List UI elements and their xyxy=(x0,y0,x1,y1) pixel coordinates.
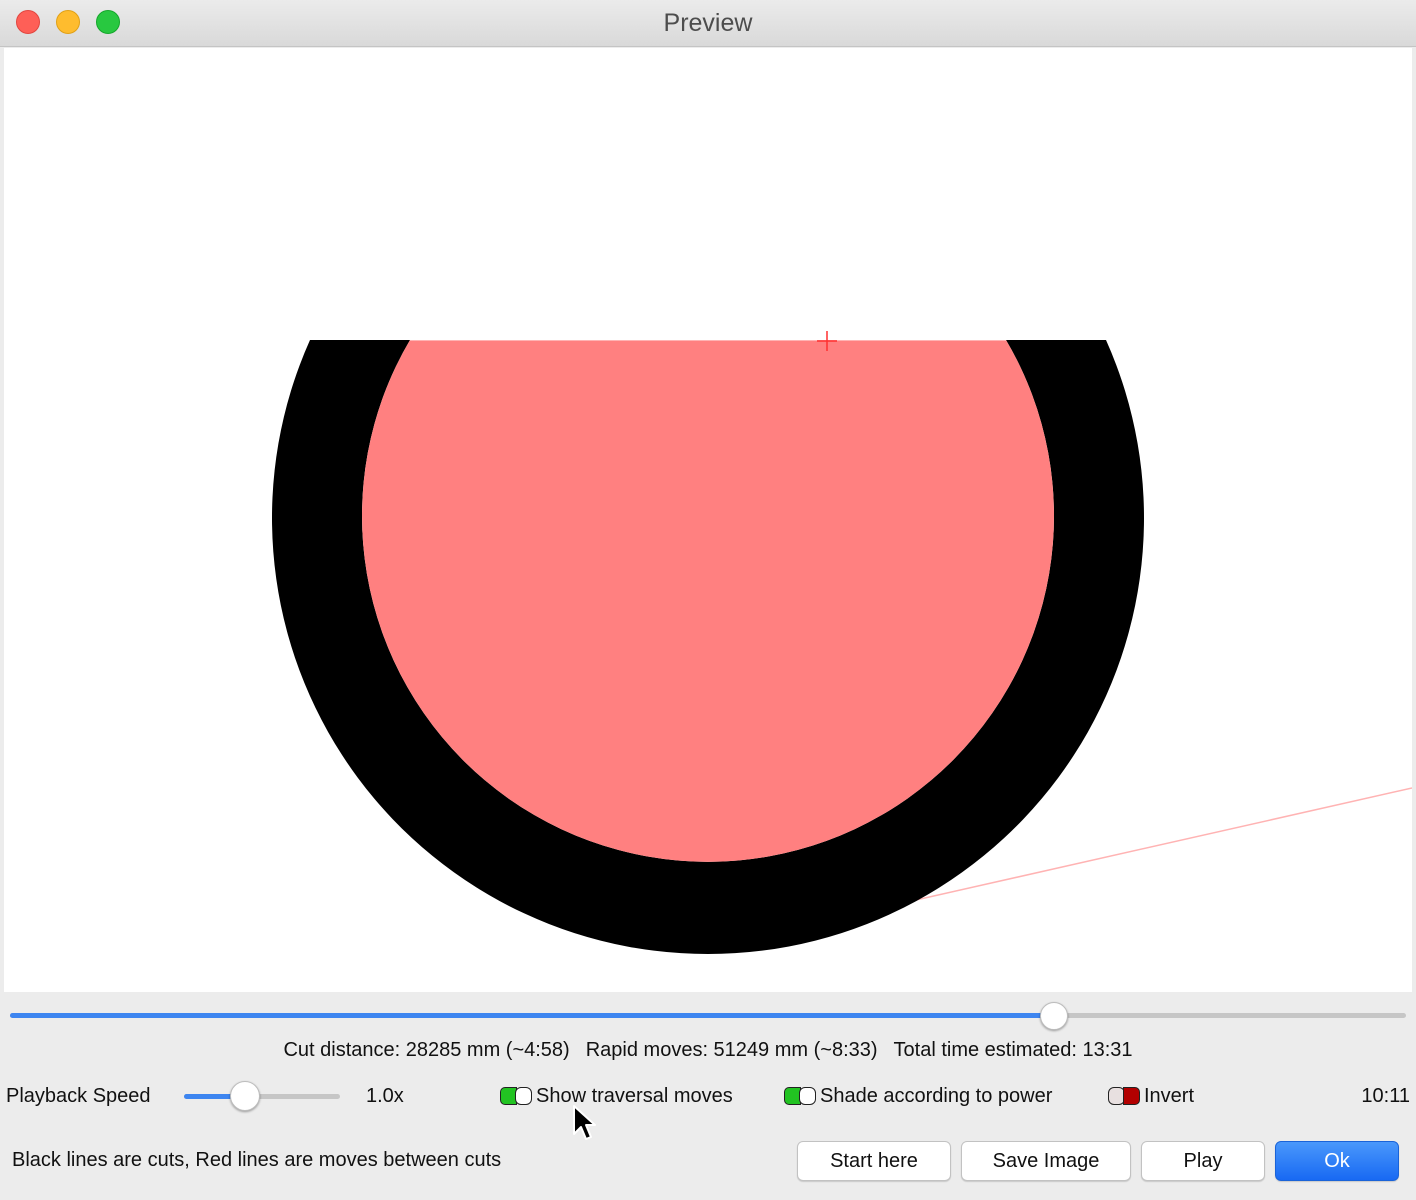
toggle-knob xyxy=(515,1087,532,1105)
total-time-text: Total time estimated: 13:31 xyxy=(893,1039,1133,1061)
cut-distance-text: Cut distance: 28285 mm (~4:58) xyxy=(283,1039,570,1061)
stats-bar: Cut distance: 28285 mm (~4:58) Rapid move… xyxy=(0,1039,1416,1062)
timeline-progress xyxy=(10,1013,1055,1018)
ok-button[interactable]: Ok xyxy=(1275,1141,1399,1181)
shade-power-label[interactable]: Shade according to power xyxy=(820,1085,1052,1108)
legend-text: Black lines are cuts, Red lines are move… xyxy=(12,1149,502,1171)
show-traversal-toggle[interactable] xyxy=(500,1087,532,1105)
timeline-thumb[interactable] xyxy=(1040,1002,1069,1030)
preview-canvas[interactable] xyxy=(4,48,1412,992)
invert-label[interactable]: Invert xyxy=(1144,1085,1194,1108)
show-traversal-label[interactable]: Show traversal moves xyxy=(536,1085,733,1108)
playback-speed-value: 1.0x xyxy=(366,1085,404,1107)
toggle-state-icon xyxy=(1123,1087,1140,1105)
title-bar: Preview xyxy=(0,0,1416,47)
mouse-pointer-icon xyxy=(573,1105,596,1140)
toggle-knob xyxy=(799,1087,816,1105)
toolpath-drawing xyxy=(271,331,1412,955)
current-time-readout: 10:11 xyxy=(1361,1085,1410,1107)
play-button[interactable]: Play xyxy=(1141,1141,1265,1181)
window-title: Preview xyxy=(663,9,753,37)
speed-thumb[interactable] xyxy=(229,1081,260,1111)
shade-power-toggle[interactable] xyxy=(784,1087,816,1105)
save-image-button[interactable]: Save Image xyxy=(961,1141,1131,1181)
playback-speed-label: Playback Speed xyxy=(6,1085,151,1107)
rapid-moves-text: Rapid moves: 51249 mm (~8:33) xyxy=(585,1039,878,1061)
start-here-button[interactable]: Start here xyxy=(797,1141,951,1181)
invert-toggle[interactable] xyxy=(1108,1087,1140,1105)
timeline-slider[interactable] xyxy=(10,1002,1406,1030)
playback-speed-slider[interactable] xyxy=(184,1081,340,1111)
